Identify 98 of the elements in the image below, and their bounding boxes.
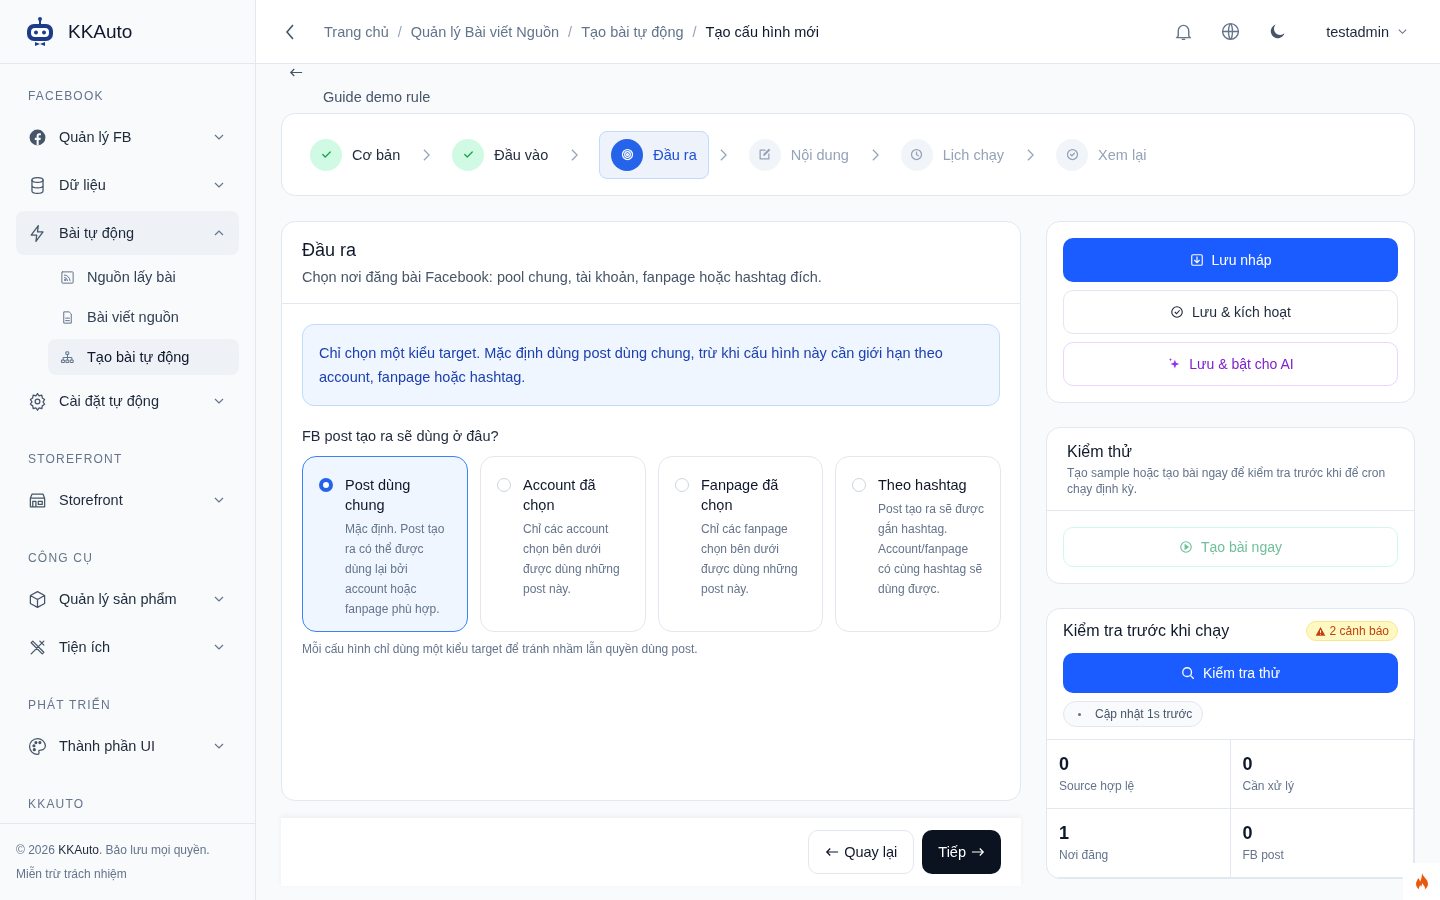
sidebar-item[interactable]: Quản lý FB	[16, 115, 239, 159]
option-description: Chỉ các fanpage chọn bên dưới được dùng những post này.	[701, 521, 799, 598]
chevron-right-icon	[870, 147, 880, 162]
globe-icon[interactable]	[1220, 21, 1242, 42]
update-status-chip: Cập nhật 1s trước	[1063, 701, 1204, 727]
breadcrumb-link[interactable]: Trang chủ	[324, 23, 389, 40]
breadcrumb-separator: /	[397, 23, 402, 40]
document-icon	[60, 309, 75, 325]
facebook-icon	[28, 127, 47, 147]
arrow-right-icon	[971, 845, 985, 859]
check-circle-icon	[1170, 305, 1185, 319]
play-icon	[1179, 540, 1193, 554]
step-tab[interactable]: Đầu vào	[451, 130, 561, 179]
target-option-card[interactable]: Account đã chọn Chỉ các account chọn bên dưới được dùng những post này.	[480, 456, 646, 632]
stat-value: 0	[1059, 754, 1070, 775]
sidebar-item[interactable]: Cài đặt tự động	[16, 379, 239, 423]
option-title: Account đã chọn	[523, 476, 597, 515]
step-tab[interactable]: Cơ bản	[309, 130, 413, 179]
target-option-card[interactable]: Fanpage đã chọn Chỉ các fanpage chọn bên dưới được dùng những post này.	[658, 456, 823, 632]
box-icon	[28, 589, 47, 609]
download-icon	[1189, 253, 1204, 267]
user-menu[interactable]: testadmin	[1326, 23, 1408, 40]
test-run-button[interactable]: Kiểm tra thử	[1063, 653, 1398, 693]
sidebar-item[interactable]: Tiện ích	[16, 625, 239, 669]
stat-label: FB post	[1242, 848, 1285, 862]
card-title: Kiểm thử	[1067, 443, 1133, 461]
clock-icon	[909, 147, 925, 162]
section-heading: KKAUTO	[27, 796, 86, 813]
sidebar-item[interactable]: Quản lý sản phẩm	[16, 577, 239, 621]
breadcrumb-link[interactable]: Tạo bài tự động	[581, 23, 684, 40]
card-title: Đầu ra	[302, 240, 358, 261]
robot-logo-icon	[24, 15, 56, 48]
sidebar-item[interactable]: Thành phần UI	[16, 724, 239, 768]
sidebar-item[interactable]: Dữ liệu	[16, 163, 239, 207]
disclaimer-link[interactable]: Miễn trừ trách nhiệm	[16, 862, 239, 886]
chevron-right-icon	[1026, 147, 1036, 162]
option-title: Fanpage đã chọn	[701, 476, 780, 515]
brand-name: KKAuto	[68, 20, 133, 43]
settings-icon	[28, 391, 47, 411]
next-button[interactable]: Tiếp	[922, 830, 1001, 874]
target-option-card[interactable]: Post dùng chung Mặc định. Post tạo ra có thể được dùng lại bởi account hoặc fanpage phù hợp.	[302, 456, 468, 632]
stat-value: 0	[1242, 823, 1254, 844]
target-option-card[interactable]: Theo hashtag Post tạo ra sẽ được gắn hashtag. Account/fanpage có cùng hashtag sẽ dùng được.	[835, 456, 1001, 632]
section-heading: FACEBOOK	[27, 88, 105, 105]
stat-value: 0	[1242, 754, 1254, 775]
chevron-right-icon	[718, 147, 728, 162]
hierarchy-icon	[60, 349, 75, 365]
breadcrumb-separator: /	[692, 23, 697, 40]
search-icon	[1180, 666, 1195, 680]
check-circle-icon	[1064, 147, 1080, 162]
sidebar-item[interactable]: Storefront	[16, 478, 239, 522]
section-heading: STOREFRONT	[27, 451, 124, 468]
copyright-text: © 2026 KKAuto. Bảo lưu mọi quyền.	[16, 842, 211, 859]
chevron-right-icon	[422, 147, 432, 162]
card-description: Tạo sample hoặc tạo bài ngay để kiểm tra trước khi để cron chạy định kỳ.	[1067, 465, 1387, 497]
edit-icon	[757, 147, 773, 162]
warning-badge: 2 cảnh báo	[1305, 621, 1398, 641]
chevron-down-icon	[1397, 26, 1408, 37]
radio-button[interactable]	[319, 478, 333, 492]
info-alert: Chỉ chọn một kiểu target. Mặc định dùng post dùng chung, trừ khi cấu hình này cần giới hạn theo account, fanpage hoặc hashtag.	[302, 324, 1000, 406]
stat-label: Cần xử lý	[1242, 779, 1295, 793]
option-title: Post dùng chung	[345, 476, 412, 515]
save-ai-button[interactable]: Lưu & bật cho AI	[1063, 342, 1398, 386]
card-title: Kiểm tra trước khi chạy	[1063, 622, 1230, 640]
back-arrow-icon[interactable]	[289, 67, 303, 78]
palette-icon	[28, 736, 47, 756]
option-description: Chỉ các account chọn bên dưới được dùng những post này.	[523, 521, 621, 598]
section-heading: CÔNG CỤ	[27, 549, 95, 567]
page-subtitle: Guide demo rule	[323, 89, 431, 105]
floating-button[interactable]	[1403, 863, 1440, 900]
question-label: FB post tạo ra sẽ dùng ở đâu?	[302, 428, 500, 444]
sidebar-subitem[interactable]: Tạo bài tự động	[48, 339, 239, 375]
section-heading: PHÁT TRIỂN	[27, 696, 112, 714]
save-activate-button[interactable]: Lưu & kích hoạt	[1063, 290, 1398, 334]
option-description: Post tạo ra sẽ được gắn hashtag. Account/fanpage có cùng hashtag sẽ dùng được.	[878, 501, 984, 598]
breadcrumb-link[interactable]: Quản lý Bài viết Nguồn	[410, 23, 560, 40]
option-title: Theo hashtag	[878, 476, 968, 495]
breadcrumb-separator: /	[568, 23, 573, 40]
save-draft-button[interactable]: Lưu nháp	[1063, 238, 1398, 282]
breadcrumb-link[interactable]: Tạo cấu hình mới	[705, 23, 820, 40]
rss-icon	[60, 269, 75, 285]
warning-icon	[1314, 625, 1326, 637]
sidebar-subitem[interactable]: Nguồn lấy bài	[48, 259, 239, 295]
database-icon	[28, 175, 47, 195]
option-description: Mặc định. Post tạo ra có thể được dùng lại bởi account hoặc fanpage phù hợp.	[345, 521, 446, 618]
back-button[interactable]: Quay lại	[808, 830, 915, 874]
sidebar-item[interactable]: Bài tự động	[16, 211, 239, 255]
target-icon	[619, 147, 635, 162]
card-description: Chọn nơi đăng bài Facebook: pool chung, tài khoản, fanpage hoặc hashtag đích.	[302, 269, 823, 285]
chevron-right-icon	[570, 147, 580, 162]
stat-value: 1	[1059, 823, 1070, 844]
stat-label: Source hợp lệ	[1059, 779, 1136, 793]
step-tab[interactable]: Đầu ra	[599, 130, 709, 179]
arrow-left-icon	[825, 845, 840, 859]
hint-text: Mỗi cấu hình chỉ dùng một kiểu target để tránh nhầm lẫn quyền dùng post.	[302, 642, 699, 656]
stat-label: Nơi đăng	[1059, 848, 1110, 862]
flame-icon	[1413, 871, 1430, 892]
sidebar-subitem[interactable]: Bài viết nguồn	[48, 299, 239, 335]
